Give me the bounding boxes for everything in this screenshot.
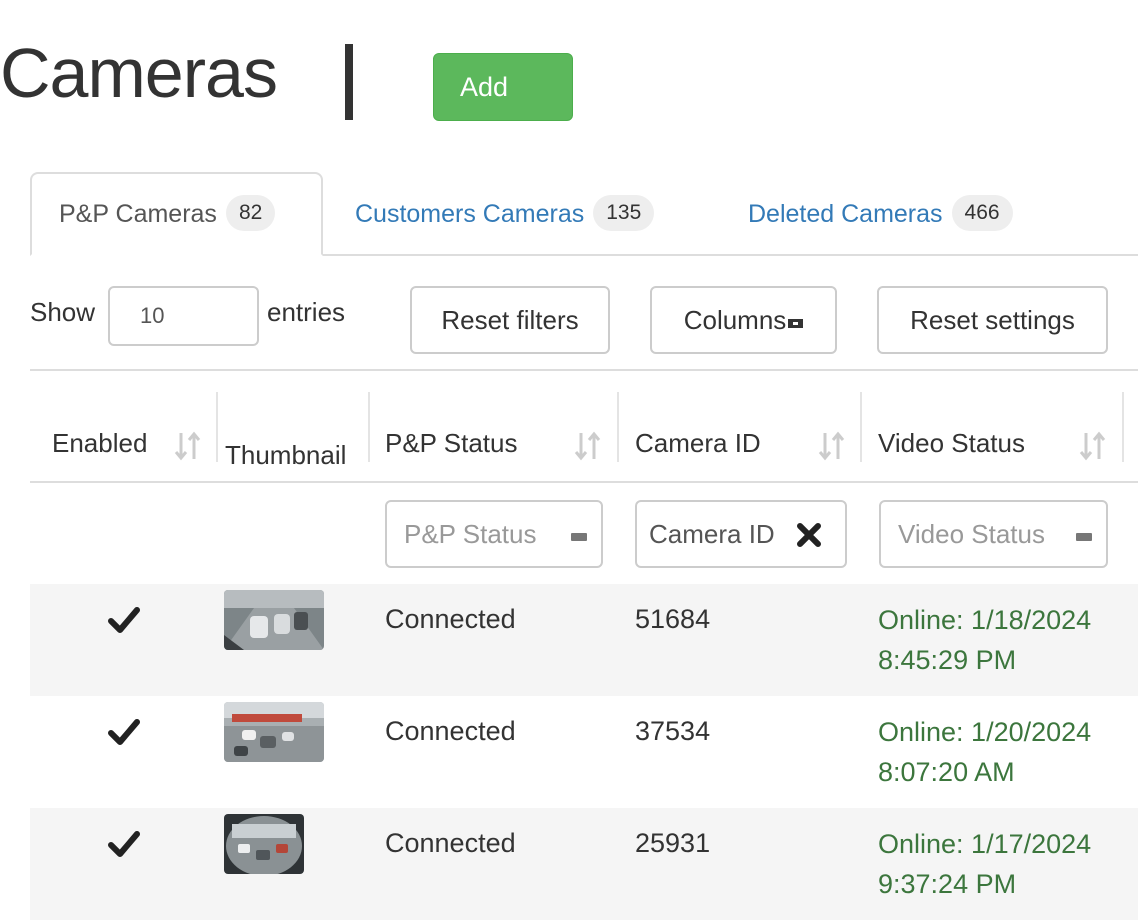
column-header-video-status[interactable]: Video Status <box>878 428 1025 459</box>
tab-deleted-cameras[interactable]: Deleted Cameras 466 <box>748 172 1013 256</box>
video-status-cell: Online: 1/17/2024 <box>878 829 1092 859</box>
tab-customers-cameras[interactable]: Customers Cameras 135 <box>355 172 655 256</box>
checkmark-icon <box>108 607 140 633</box>
count-badge: 135 <box>593 195 655 232</box>
entries-label: entries <box>267 297 346 327</box>
add-camera-button[interactable]: Add <box>433 53 573 121</box>
camera-id-cell: 37534 <box>635 716 711 746</box>
column-header-pp-status[interactable]: P&P Status <box>385 428 518 459</box>
sort-icon[interactable] <box>173 430 203 462</box>
sort-icon[interactable] <box>573 430 603 462</box>
tab-label: P&P Cameras <box>59 200 217 228</box>
camera-id-cell: 51684 <box>635 604 711 634</box>
columns-button[interactable]: Columns <box>650 286 837 354</box>
entries-per-page-input[interactable]: 10 <box>108 286 259 346</box>
title-separator <box>345 44 353 120</box>
dropdown-icon <box>1076 533 1092 541</box>
column-header-camera-id[interactable]: Camera ID <box>635 428 761 459</box>
dropdown-icon <box>571 533 587 541</box>
column-separator <box>1122 392 1124 462</box>
pp-status-cell: Connected <box>385 828 516 858</box>
controls-divider <box>30 369 1138 371</box>
video-status-cell: Online: 1/20/2024 <box>878 717 1092 747</box>
reset-filters-button[interactable]: Reset filters <box>410 286 610 354</box>
table-header-divider <box>30 481 1138 483</box>
column-header-enabled[interactable]: Enabled <box>52 428 147 459</box>
tab-pp-cameras[interactable]: P&P Cameras 82 <box>30 172 323 256</box>
video-status-time: 8:45:29 PM <box>878 645 1017 675</box>
clear-icon[interactable] <box>795 521 823 549</box>
reset-settings-button[interactable]: Reset settings <box>877 286 1108 354</box>
camera-id-filter[interactable]: Camera ID <box>635 500 847 568</box>
columns-label: Columns <box>683 305 787 335</box>
count-badge: 466 <box>951 195 1013 232</box>
filter-value: Camera ID <box>649 519 775 549</box>
count-badge: 82 <box>225 195 276 232</box>
video-status-time: 9:37:24 PM <box>878 869 1017 899</box>
sort-icon[interactable] <box>1078 430 1108 462</box>
pp-status-cell: Connected <box>385 604 516 634</box>
page-title: Cameras <box>0 34 278 112</box>
camera-thumbnail[interactable] <box>224 702 324 762</box>
column-separator <box>860 392 862 462</box>
checkmark-icon <box>108 831 140 857</box>
tab-label: Customers Cameras <box>355 200 585 228</box>
show-label: Show <box>30 297 96 327</box>
dropdown-icon <box>788 319 804 328</box>
column-separator <box>617 392 619 462</box>
pp-status-cell: Connected <box>385 716 516 746</box>
sort-icon[interactable] <box>817 430 847 462</box>
tab-label: Deleted Cameras <box>748 200 943 228</box>
video-status-time: 8:07:20 AM <box>878 757 1015 787</box>
column-header-thumbnail: Thumbnail <box>225 440 347 470</box>
camera-thumbnail[interactable] <box>224 590 324 650</box>
video-status-filter[interactable]: Video Status <box>879 500 1108 568</box>
video-status-cell: Online: 1/18/2024 <box>878 605 1092 635</box>
pp-status-filter[interactable]: P&P Status <box>385 500 603 568</box>
filter-placeholder: Video Status <box>898 519 1045 549</box>
filter-placeholder: P&P Status <box>404 519 537 549</box>
column-separator <box>216 392 218 462</box>
camera-id-cell: 25931 <box>635 828 711 858</box>
camera-thumbnail[interactable] <box>224 814 304 874</box>
checkmark-icon <box>108 719 140 745</box>
column-separator <box>368 392 370 462</box>
